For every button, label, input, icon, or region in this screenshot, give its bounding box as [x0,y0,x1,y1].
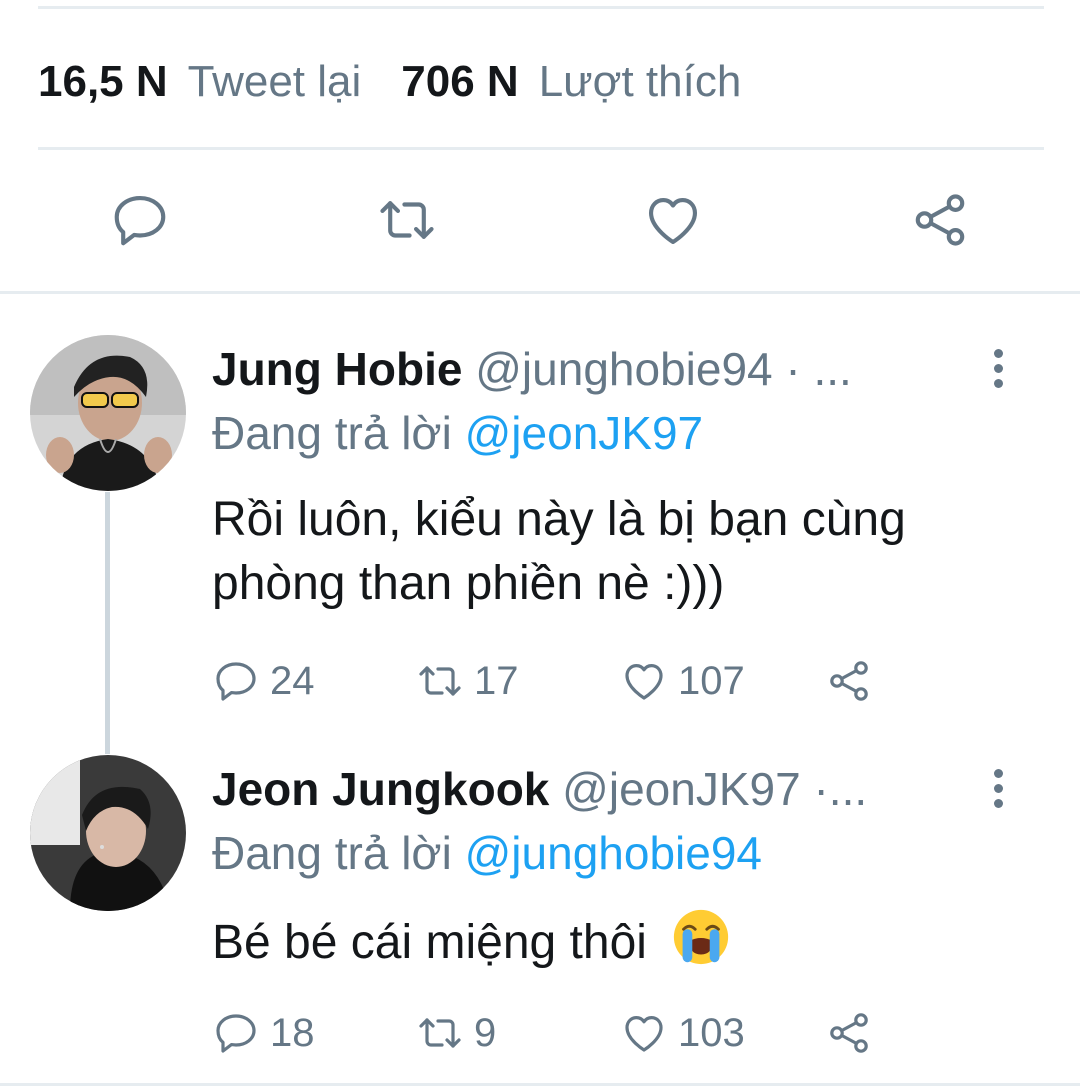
retweet-label[interactable]: Tweet lại [188,57,362,107]
reply-button[interactable] [105,185,175,255]
avatar[interactable] [30,755,186,911]
tweet-header: Jung Hobie @junghobie94 · ... [212,342,852,396]
reply-count: 18 [270,1010,315,1055]
avatar[interactable] [30,335,186,491]
tweet-text: Rồi luôn, kiểu này là bị bạn cùng phòng … [212,488,1032,616]
retweet-button[interactable]: 17 [416,651,519,711]
retweet-button[interactable]: 9 [416,1003,496,1063]
loudly-crying-face-icon [674,909,729,965]
mention-link[interactable]: @junghobie94 [465,827,762,879]
reply-count: 24 [270,658,315,703]
replying-to: Đang trả lời @junghobie94 [212,826,762,880]
share-icon [830,661,868,701]
heart-icon [648,198,698,245]
share-button[interactable] [825,651,883,711]
like-button[interactable] [638,185,708,255]
retweet-button[interactable] [372,185,442,255]
like-label[interactable]: Lượt thích [539,57,742,107]
tweet-text-line: phòng than phiền nè :))) [212,557,725,610]
tweet-header: Jeon Jungkook @jeonJK97 ·... [212,762,867,816]
top-divider [38,6,1044,9]
retweet-icon [380,201,434,239]
tweet-text-line: Rồi luôn, kiểu này là bị bạn cùng [212,493,906,546]
reply-icon [114,195,166,246]
bottom-divider [0,1083,1080,1086]
like-button[interactable]: 103 [620,1003,745,1063]
reply-icon [216,1014,256,1053]
like-count[interactable]: 706 N [401,57,518,107]
tweet-actions: 18 9 103 [0,1003,1080,1063]
more-icon [993,768,1003,778]
more-icon [993,348,1003,358]
share-button[interactable] [905,185,975,255]
retweet-icon [419,1018,461,1048]
user-handle[interactable]: @junghobie94 · ... [475,343,852,395]
tweet-actions: 24 17 107 [0,651,1080,711]
share-icon [915,194,965,246]
section-divider [0,291,1080,294]
mention-link[interactable]: @jeonJK97 [465,407,704,459]
display-name[interactable]: Jeon Jungkook [212,763,549,815]
thread-connector [105,492,110,754]
tweet-text: Bé bé cái miệng thôi [212,906,1032,975]
retweet-icon [419,666,461,696]
share-button[interactable] [825,1003,883,1063]
tweet-text-line: Bé bé cái miệng thôi [212,916,647,969]
more-options-button[interactable] [983,763,1013,813]
tweet-stats: 16,5 N Tweet lại 706 N Lượt thích [38,52,741,112]
user-handle[interactable]: @jeonJK97 ·... [562,763,867,815]
heart-icon [625,1016,663,1052]
replying-to: Đang trả lời @jeonJK97 [212,406,703,460]
reply-icon [216,662,256,701]
more-options-button[interactable] [983,343,1013,393]
retweet-count: 17 [474,658,519,703]
like-button[interactable]: 107 [620,651,745,711]
tweet-action-bar [0,185,1080,260]
like-count: 107 [678,658,745,703]
display-name[interactable]: Jung Hobie [212,343,462,395]
retweet-count: 9 [474,1010,497,1055]
replying-label: Đang trả lời [212,827,465,879]
retweet-count[interactable]: 16,5 N [38,57,168,107]
replying-label: Đang trả lời [212,407,465,459]
reply-button[interactable]: 24 [212,651,315,711]
heart-icon [625,664,663,700]
stats-divider [38,147,1044,150]
like-count: 103 [678,1010,745,1055]
reply-button[interactable]: 18 [212,1003,315,1063]
share-icon [830,1013,868,1053]
